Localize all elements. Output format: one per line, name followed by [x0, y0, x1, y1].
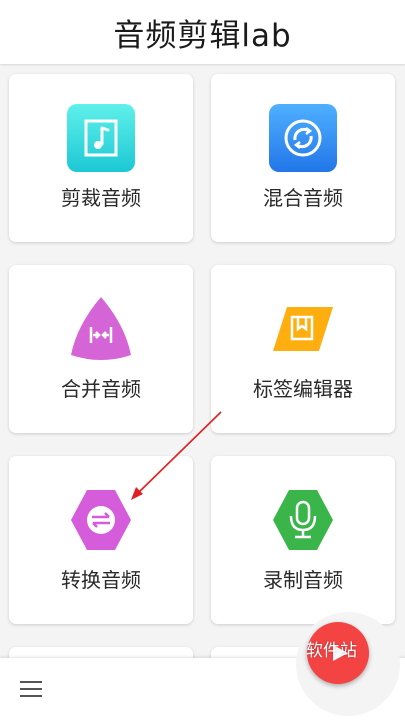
tag-bookmark-icon: [273, 307, 333, 351]
join-icon: [71, 297, 131, 360]
tile-join-audio[interactable]: 合并音频: [9, 265, 193, 433]
watermark-text: 软件站: [306, 641, 357, 661]
convert-arrows-icon: [71, 490, 131, 550]
tile-cut-audio[interactable]: 剪裁音频: [9, 74, 193, 242]
tile-mix-audio[interactable]: 混合音频: [211, 74, 395, 242]
tile-record-audio[interactable]: 录制音频: [211, 456, 395, 624]
tile-label: 转换音频: [61, 568, 141, 592]
tile-label: 剪裁音频: [61, 186, 141, 210]
tile-label: 合并音频: [61, 377, 141, 401]
tile-tag-editor[interactable]: 标签编辑器: [211, 265, 395, 433]
hamburger-menu-icon[interactable]: [18, 678, 46, 700]
tile-label: 标签编辑器: [253, 377, 353, 401]
app-screen: 音频剪辑lab 剪裁音频 混合音频 合并音频 标签编辑器 转换音频 录制音频 软…: [0, 0, 405, 720]
tile-label: 录制音频: [263, 568, 343, 592]
microphone-icon: [273, 490, 333, 550]
app-header: 音频剪辑lab: [0, 0, 405, 64]
app-title: 音频剪辑lab: [113, 17, 292, 54]
tile-label: 混合音频: [263, 186, 343, 210]
music-file-icon: [67, 104, 135, 172]
merge-circle-icon: [269, 104, 337, 172]
tile-convert-audio[interactable]: 转换音频: [9, 456, 193, 624]
